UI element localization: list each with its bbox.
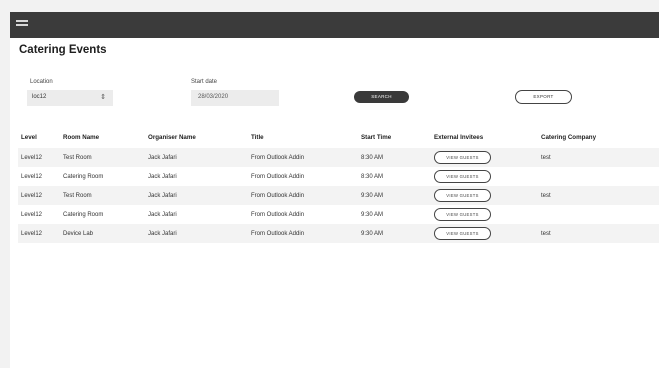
cell-catering-company: test xyxy=(538,186,659,205)
cell-start-time: 9:30 AM xyxy=(358,205,431,224)
select-arrows-icon: ⇕ xyxy=(100,94,106,101)
view-guests-button[interactable]: VIEW GUESTS xyxy=(434,227,491,240)
table-header-row: Level Room Name Organiser Name Title Sta… xyxy=(18,126,659,148)
cell-level: Level12 xyxy=(18,148,60,167)
cell-external-invitees: VIEW GUESTS xyxy=(431,148,538,167)
column-header-room-name: Room Name xyxy=(63,133,100,141)
top-bar xyxy=(10,12,659,38)
column-header-catering-company: Catering Company xyxy=(541,133,597,141)
column-header-external-invitees: External Invitees xyxy=(434,133,484,141)
cell-title: From Outlook Addin xyxy=(248,186,358,205)
cell-external-invitees: VIEW GUESTS xyxy=(431,167,538,186)
cell-organiser-name: Jack Jafari xyxy=(145,224,248,243)
catering-events-table: Level Room Name Organiser Name Title Sta… xyxy=(18,126,659,243)
view-guests-button[interactable]: VIEW GUESTS xyxy=(434,189,491,202)
hamburger-menu-icon[interactable] xyxy=(16,20,28,29)
view-guests-button[interactable]: VIEW GUESTS xyxy=(434,170,491,183)
cell-level: Level12 xyxy=(18,167,60,186)
cell-catering-company: test xyxy=(538,224,659,243)
table-row: Level12 Test Room Jack Jafari From Outlo… xyxy=(18,186,659,205)
location-select[interactable]: loc12 ⇕ xyxy=(27,90,113,106)
cell-catering-company xyxy=(538,205,659,224)
cell-organiser-name: Jack Jafari xyxy=(145,205,248,224)
view-guests-button[interactable]: VIEW GUESTS xyxy=(434,151,491,164)
cell-title: From Outlook Addin xyxy=(248,205,358,224)
cell-organiser-name: Jack Jafari xyxy=(145,148,248,167)
column-header-start-time: Start Time xyxy=(361,133,392,141)
cell-start-time: 8:30 AM xyxy=(358,148,431,167)
start-date-input[interactable]: 28/03/2020 xyxy=(191,90,279,106)
cell-start-time: 9:30 AM xyxy=(358,186,431,205)
table-row: Level12 Test Room Jack Jafari From Outlo… xyxy=(18,148,659,167)
cell-catering-company xyxy=(538,167,659,186)
cell-room-name: Catering Room xyxy=(60,167,145,186)
cell-room-name: Device Lab xyxy=(60,224,145,243)
cell-start-time: 8:30 AM xyxy=(358,167,431,186)
start-date-value: 28/03/2020 xyxy=(198,94,229,100)
export-button[interactable]: EXPORT xyxy=(515,90,572,104)
cell-external-invitees: VIEW GUESTS xyxy=(431,186,538,205)
cell-level: Level12 xyxy=(18,186,60,205)
cell-title: From Outlook Addin xyxy=(248,224,358,243)
cell-title: From Outlook Addin xyxy=(248,148,358,167)
cell-external-invitees: VIEW GUESTS xyxy=(431,224,538,243)
table-row: Level12 Device Lab Jack Jafari From Outl… xyxy=(18,224,659,243)
cell-catering-company: test xyxy=(538,148,659,167)
cell-room-name: Test Room xyxy=(60,148,145,167)
cell-level: Level12 xyxy=(18,205,60,224)
cell-organiser-name: Jack Jafari xyxy=(145,186,248,205)
cell-start-time: 9:30 AM xyxy=(358,224,431,243)
column-header-title: Title xyxy=(251,133,264,141)
location-value: loc12 xyxy=(32,94,47,100)
table-row: Level12 Catering Room Jack Jafari From O… xyxy=(18,205,659,224)
search-button[interactable]: SEARCH xyxy=(354,91,409,103)
table-row: Level12 Catering Room Jack Jafari From O… xyxy=(18,167,659,186)
column-header-organiser-name: Organiser Name xyxy=(148,133,196,141)
cell-title: From Outlook Addin xyxy=(248,167,358,186)
cell-level: Level12 xyxy=(18,224,60,243)
cell-external-invitees: VIEW GUESTS xyxy=(431,205,538,224)
cell-room-name: Test Room xyxy=(60,186,145,205)
main-panel: Catering Events Location loc12 ⇕ Start d… xyxy=(10,38,659,368)
view-guests-button[interactable]: VIEW GUESTS xyxy=(434,208,491,221)
start-date-label: Start date xyxy=(191,79,218,85)
page-title: Catering Events xyxy=(19,44,107,56)
location-label: Location xyxy=(30,79,53,85)
cell-room-name: Catering Room xyxy=(60,205,145,224)
column-header-level: Level xyxy=(21,133,37,141)
cell-organiser-name: Jack Jafari xyxy=(145,167,248,186)
